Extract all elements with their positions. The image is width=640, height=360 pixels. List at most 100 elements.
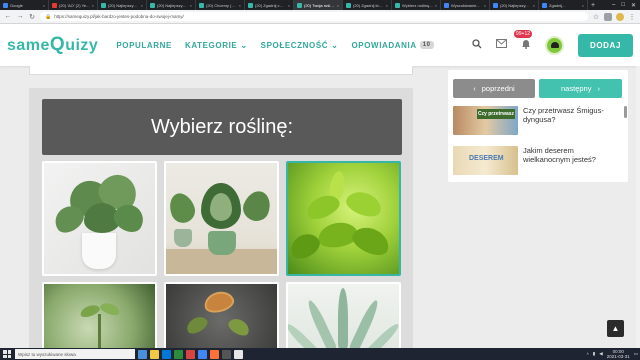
- browser-tab[interactable]: (20) Najlepszy quiz...×: [98, 0, 147, 10]
- tab-close-icon[interactable]: ×: [533, 3, 535, 8]
- menu-item-opowiadania[interactable]: OPOWIADANIA 10: [351, 41, 434, 50]
- star-icon[interactable]: ☆: [592, 13, 600, 21]
- related-quiz-title: Czy przetrwasz Śmigus-dyngusa?: [523, 106, 604, 124]
- taskbar-app-icon[interactable]: [210, 349, 219, 359]
- minimize-icon[interactable]: –: [612, 2, 615, 8]
- tab-title: (20) Najlepszy quiz...: [157, 2, 188, 8]
- site-logo[interactable]: sameQuizy: [7, 34, 98, 56]
- browser-tab[interactable]: (20) Twoja roślina...×: [294, 0, 343, 10]
- menu-item-popularne[interactable]: POPULARNE: [116, 41, 172, 50]
- new-tab-button[interactable]: +: [588, 0, 598, 10]
- browser-tab-strip: Google × (20) 'AO' (2) Ye... × (20) Najlepsz…: [0, 0, 640, 10]
- tab-close-icon[interactable]: ×: [43, 3, 45, 8]
- tab-list: Google × (20) 'AO' (2) Ye... × (20) Najlepsz…: [0, 0, 588, 10]
- network-icon[interactable]: ▮: [593, 351, 595, 357]
- tab-title: (20) 'AO' (2) Ye...: [59, 2, 90, 8]
- menu-label: KATEGORIE: [184, 40, 238, 50]
- browser-tab[interactable]: (20) Najlepszy quiz...×: [147, 0, 196, 10]
- sidebar: ‹ poprzedni następny › Czy przetrwasz Cz…: [448, 66, 628, 360]
- tab-close-icon[interactable]: ×: [288, 3, 290, 8]
- previous-quiz-button[interactable]: ‹ poprzedni: [453, 79, 535, 98]
- next-quiz-button[interactable]: następny ›: [539, 79, 622, 98]
- address-bar[interactable]: 🔒 https://samequizy.pl/jak-bardzo-jestes…: [40, 12, 588, 21]
- tab-close-icon[interactable]: ×: [582, 3, 584, 8]
- chevron-up-icon[interactable]: ^: [587, 352, 589, 357]
- profile-icon[interactable]: [616, 12, 624, 21]
- tab-close-icon[interactable]: ×: [386, 3, 388, 8]
- taskbar-app-icon[interactable]: [234, 349, 243, 359]
- tab-favicon-icon: [493, 2, 498, 8]
- browser-tab[interactable]: (20) Zgadnij co ... ×: [245, 0, 294, 10]
- sidebar-scrollbar[interactable]: [624, 106, 627, 118]
- tab-close-icon[interactable]: ×: [435, 3, 437, 8]
- header-actions: 99+12 DODAJ: [472, 30, 633, 57]
- answer-option-1[interactable]: [42, 161, 157, 276]
- taskbar-apps: [138, 349, 243, 359]
- tab-favicon-icon: [346, 2, 351, 8]
- tab-favicon-icon: [248, 2, 253, 8]
- answer-option-2[interactable]: [164, 161, 279, 276]
- forward-icon[interactable]: →: [16, 13, 24, 20]
- tab-title: (20) Chcemy (2)...: [206, 2, 237, 8]
- windows-start-icon[interactable]: [2, 349, 12, 359]
- notification-badge: 99+12: [513, 30, 533, 38]
- browser-tab[interactable]: Wyszukiwanie... ×: [441, 0, 490, 10]
- avatar[interactable]: [544, 35, 564, 55]
- browser-tab[interactable]: (20) Najlepszy... ×: [490, 0, 539, 10]
- tab-title: Wybierz roślinę...: [402, 2, 433, 8]
- clock-date: 2021-03-31: [606, 354, 630, 359]
- maximize-icon[interactable]: □: [621, 2, 625, 8]
- browser-tab[interactable]: Google ×: [0, 0, 49, 10]
- browser-tab[interactable]: Zgadnij... ×: [539, 0, 588, 10]
- navigation-card: ‹ poprzedni następny › Czy przetrwasz Cz…: [448, 70, 628, 182]
- taskbar-app-icon[interactable]: [138, 349, 147, 359]
- volume-icon[interactable]: ◀: [599, 351, 602, 357]
- browser-tab[interactable]: Wybierz roślinę... ×: [392, 0, 441, 10]
- browser-tab[interactable]: (20) Zgadnij który...×: [343, 0, 392, 10]
- page-scrollbar[interactable]: [636, 66, 640, 348]
- taskbar-app-icon[interactable]: [162, 349, 171, 359]
- clock[interactable]: 00:00 2021-03-31: [607, 349, 630, 359]
- add-button[interactable]: DODAJ: [577, 33, 633, 57]
- menu-item-kategorie[interactable]: KATEGORIE ⌄: [185, 41, 248, 50]
- bell-icon[interactable]: 99+12: [513, 30, 533, 52]
- venus-flytrap-plant-image: [166, 284, 277, 358]
- mail-icon[interactable]: [495, 39, 507, 51]
- quiz-question-card: Wybierz roślinę:: [29, 88, 413, 360]
- menu-item-spolecznosc[interactable]: SPOŁECZNOŚĆ ⌄: [261, 41, 339, 50]
- aloe-plant-image: [288, 284, 399, 358]
- tab-favicon-icon: [444, 2, 449, 8]
- back-icon[interactable]: ←: [4, 13, 12, 20]
- browser-toolbar: ← → ↻ 🔒 https://samequizy.pl/jak-bardzo-…: [0, 10, 640, 24]
- related-quiz-thumbnail: Czy przetrwasz: [453, 106, 518, 135]
- system-tray: ^ ▮ ◀ 00:00 2021-03-31 ▭: [587, 349, 638, 359]
- browser-tab[interactable]: (20) 'AO' (2) Ye... ×: [49, 0, 98, 10]
- taskbar-app-icon[interactable]: [222, 349, 231, 359]
- search-icon[interactable]: [472, 38, 482, 52]
- tab-close-icon[interactable]: ×: [141, 3, 143, 8]
- related-quiz-1[interactable]: Czy przetrwasz Czy przetrwasz Śmigus-dyn…: [453, 106, 623, 135]
- tab-close-icon[interactable]: ×: [337, 3, 339, 8]
- menu-dots-icon[interactable]: ⋮: [628, 13, 636, 21]
- taskbar-app-icon[interactable]: [174, 349, 183, 359]
- chevron-left-icon: ‹: [473, 84, 476, 93]
- tab-close-icon[interactable]: ×: [484, 3, 486, 8]
- close-icon[interactable]: ✕: [631, 2, 636, 9]
- thumbnail-text: Czy przetrwasz: [477, 109, 515, 119]
- taskbar-search[interactable]: Wpisz tu wyszukiwane słowa: [15, 349, 135, 359]
- reload-icon[interactable]: ↻: [28, 13, 36, 21]
- notification-center-icon[interactable]: ▭: [634, 351, 638, 357]
- extension-icon[interactable]: [604, 12, 612, 21]
- logo-text-same: same: [7, 37, 50, 54]
- tab-close-icon[interactable]: ×: [190, 3, 192, 8]
- taskbar-app-icon[interactable]: [198, 349, 207, 359]
- tab-title: Wyszukiwanie...: [451, 2, 480, 8]
- taskbar-app-icon[interactable]: [186, 349, 195, 359]
- answer-option-3[interactable]: [286, 161, 401, 276]
- tab-close-icon[interactable]: ×: [92, 3, 94, 8]
- tab-close-icon[interactable]: ×: [239, 3, 241, 8]
- scroll-to-top-button[interactable]: ▲: [607, 320, 624, 337]
- browser-tab[interactable]: (20) Chcemy (2)... ×: [196, 0, 245, 10]
- taskbar-app-icon[interactable]: [150, 349, 159, 359]
- related-quiz-2[interactable]: DESEREM Jakim deserem wielkanocnym jeste…: [453, 146, 623, 175]
